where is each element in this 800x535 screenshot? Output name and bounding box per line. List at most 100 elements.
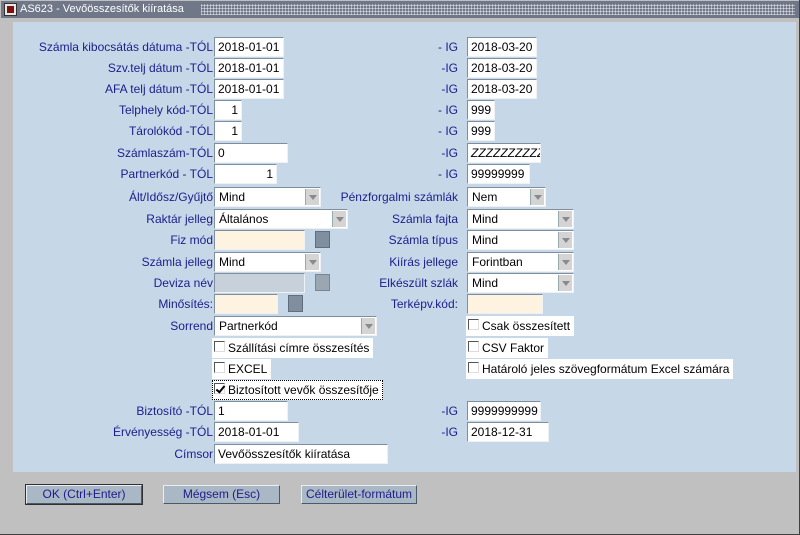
- chevron-down-icon[interactable]: [558, 275, 572, 291]
- app-icon[interactable]: [4, 3, 17, 16]
- chevron-down-icon[interactable]: [558, 232, 572, 248]
- label-biztosito: Biztosító -TÓL: [136, 404, 213, 418]
- excel-label: EXCEL: [228, 362, 268, 376]
- checkbox-box[interactable]: [468, 319, 479, 330]
- biztositott-checkbox[interactable]: Biztosított vevők összesítője: [212, 380, 383, 400]
- szamlaszam-from-input[interactable]: 0: [214, 143, 288, 163]
- label-penzforgalmi: Pénzforgalmi számlák: [340, 190, 458, 204]
- checkbox-box[interactable]: [214, 341, 225, 352]
- szamla-fajta-value: Mind: [472, 212, 499, 226]
- label-szamla-fajta: Számla fajta: [391, 212, 458, 226]
- label-telephely-ig: - IG: [438, 103, 458, 117]
- raktar-jelleg-value: Általános: [219, 212, 269, 226]
- alt-idosz-value: Mind: [219, 190, 246, 204]
- title-bar-pattern: [201, 4, 795, 15]
- checkbox-box[interactable]: [214, 362, 225, 373]
- label-szamlaszam: Számlaszám-TÓL: [116, 146, 213, 160]
- partnerkod-to-input[interactable]: 99999999: [467, 164, 530, 184]
- elkeszult-dropdown[interactable]: Mind: [467, 273, 574, 293]
- checkbox-box[interactable]: [468, 341, 479, 352]
- afatelj-to-input[interactable]: 2018-03-20: [467, 79, 537, 99]
- szamla-tipus-dropdown[interactable]: Mind: [467, 230, 574, 250]
- label-partnerkod-ig: - IG: [438, 167, 458, 181]
- cimsor-input[interactable]: Vevőösszesítők kiíratása: [214, 444, 388, 464]
- afatelj-from-input[interactable]: 2018-01-01: [214, 79, 284, 99]
- telephely-from-input[interactable]: 1: [214, 100, 242, 120]
- label-szvtelj-ig: -IG: [441, 61, 458, 75]
- szvtelj-from-input[interactable]: 2018-01-01: [214, 58, 284, 78]
- label-szvtelj: Szv.telj dátum -TÓL: [107, 61, 213, 75]
- target-format-button[interactable]: Célterület-formátum: [301, 485, 417, 504]
- label-biztosito-ig: -IG: [441, 404, 458, 418]
- title-bar[interactable]: AS623 - Vevőösszesítők kiíratása: [1, 1, 799, 18]
- chevron-down-icon[interactable]: [558, 254, 572, 270]
- tarolokod-to-input[interactable]: 999: [467, 121, 495, 141]
- tarolokod-from-input[interactable]: 1: [214, 121, 242, 141]
- telephely-to-input[interactable]: 999: [467, 100, 495, 120]
- label-elkeszult: Elkészült szlák: [379, 276, 458, 290]
- csak-osszesitett-checkbox[interactable]: Csak összesített: [466, 316, 575, 336]
- label-tarolokod-ig: - IG: [438, 124, 458, 138]
- chevron-down-icon[interactable]: [558, 211, 572, 227]
- chevron-down-icon[interactable]: [530, 189, 544, 205]
- sorrend-dropdown[interactable]: Partnerkód: [214, 316, 377, 336]
- label-kiiras-jellege: Kiírás jellege: [389, 255, 458, 269]
- checkbox-box[interactable]: [214, 383, 225, 394]
- window-title: AS623 - Vevőösszesítők kiíratása: [20, 3, 188, 15]
- szamla-kibocsatas-from-input[interactable]: 2018-01-01: [214, 37, 284, 57]
- kiiras-jellege-value: Forintban: [472, 255, 523, 269]
- partnerkod-from-input[interactable]: 1: [214, 164, 277, 184]
- chevron-down-icon[interactable]: [305, 189, 319, 205]
- label-afatelj: AFA telj dátum -TÓL: [104, 82, 213, 96]
- minosites-input[interactable]: [214, 294, 278, 314]
- label-telephely: Telphely kód-TÓL: [118, 103, 213, 117]
- szamla-tipus-value: Mind: [472, 233, 499, 247]
- csv-faktor-checkbox[interactable]: CSV Faktor: [466, 338, 549, 358]
- label-raktar-jelleg: Raktár jelleg: [146, 212, 213, 226]
- label-alt-idosz: Ált/Idősz/Gyűjtő: [128, 190, 213, 204]
- csv-faktor-label: CSV Faktor: [482, 341, 545, 355]
- penzforgalmi-dropdown[interactable]: Nem: [467, 187, 546, 207]
- szvtelj-to-input[interactable]: 2018-03-20: [467, 58, 537, 78]
- label-partnerkod: Partnerkód - TÓL: [120, 167, 213, 181]
- label-szamla-kibocsatas: Számla kibocsátás dátuma -TÓL: [38, 40, 213, 54]
- ervenyesseg-to-input[interactable]: 2018-12-31: [467, 422, 549, 442]
- form-panel: Számla kibocsátás dátuma -TÓL 2018-01-01…: [13, 22, 796, 472]
- ervenyesseg-from-input[interactable]: 2018-01-01: [214, 422, 299, 442]
- minosites-lookup-button[interactable]: [288, 295, 303, 312]
- chevron-down-icon[interactable]: [332, 211, 346, 227]
- deviza-nev-lookup-button[interactable]: [315, 274, 330, 291]
- dialog-window: AS623 - Vevőösszesítők kiíratása Számla …: [0, 0, 800, 535]
- label-minosites: Minősítés:: [158, 297, 213, 311]
- alt-idosz-dropdown[interactable]: Mind: [214, 187, 321, 207]
- szamla-jelleg-dropdown[interactable]: Mind: [214, 252, 321, 272]
- kiiras-jellege-dropdown[interactable]: Forintban: [467, 252, 574, 272]
- fiz-mod-input[interactable]: [214, 230, 305, 250]
- biztosito-to-input[interactable]: 9999999999: [467, 401, 541, 421]
- sorrend-value: Partnerkód: [219, 319, 278, 333]
- label-afatelj-ig: -IG: [441, 82, 458, 96]
- szamlaszam-to-input[interactable]: ZZZZZZZZZZZ: [467, 143, 541, 163]
- chevron-down-icon[interactable]: [305, 254, 319, 270]
- label-ervenyesseg: Érvényesség -TÓL: [112, 425, 213, 439]
- biztosito-from-input[interactable]: 1: [214, 401, 288, 421]
- excel-checkbox[interactable]: EXCEL: [212, 359, 272, 379]
- label-fiz-mod: Fiz mód: [170, 233, 213, 247]
- szallitasi-checkbox[interactable]: Szállítási címre összesítés: [212, 338, 374, 358]
- label-tarolokod: Tárolókód -TÓL: [128, 124, 213, 138]
- deviza-nev-input[interactable]: [214, 273, 305, 293]
- szamla-kibocsatas-to-input[interactable]: 2018-03-20: [467, 37, 537, 57]
- raktar-jelleg-dropdown[interactable]: Általános: [214, 209, 348, 229]
- szamla-fajta-dropdown[interactable]: Mind: [467, 209, 574, 229]
- cancel-button[interactable]: Mégsem (Esc): [163, 485, 280, 504]
- fiz-mod-lookup-button[interactable]: [315, 231, 330, 248]
- ok-button[interactable]: OK (Ctrl+Enter): [25, 484, 143, 505]
- label-szamlaszam-ig: -IG: [441, 146, 458, 160]
- hatarolo-checkbox[interactable]: Határoló jeles szövegformátum Excel szám…: [466, 359, 734, 379]
- biztositott-label: Biztosított vevők összesítője: [228, 383, 379, 397]
- hatarolo-label: Határoló jeles szövegformátum Excel szám…: [482, 362, 730, 376]
- chevron-down-icon[interactable]: [361, 318, 375, 334]
- terkepv-input[interactable]: [467, 294, 543, 314]
- label-cimsor: Címsor: [174, 447, 213, 461]
- checkbox-box[interactable]: [468, 362, 479, 373]
